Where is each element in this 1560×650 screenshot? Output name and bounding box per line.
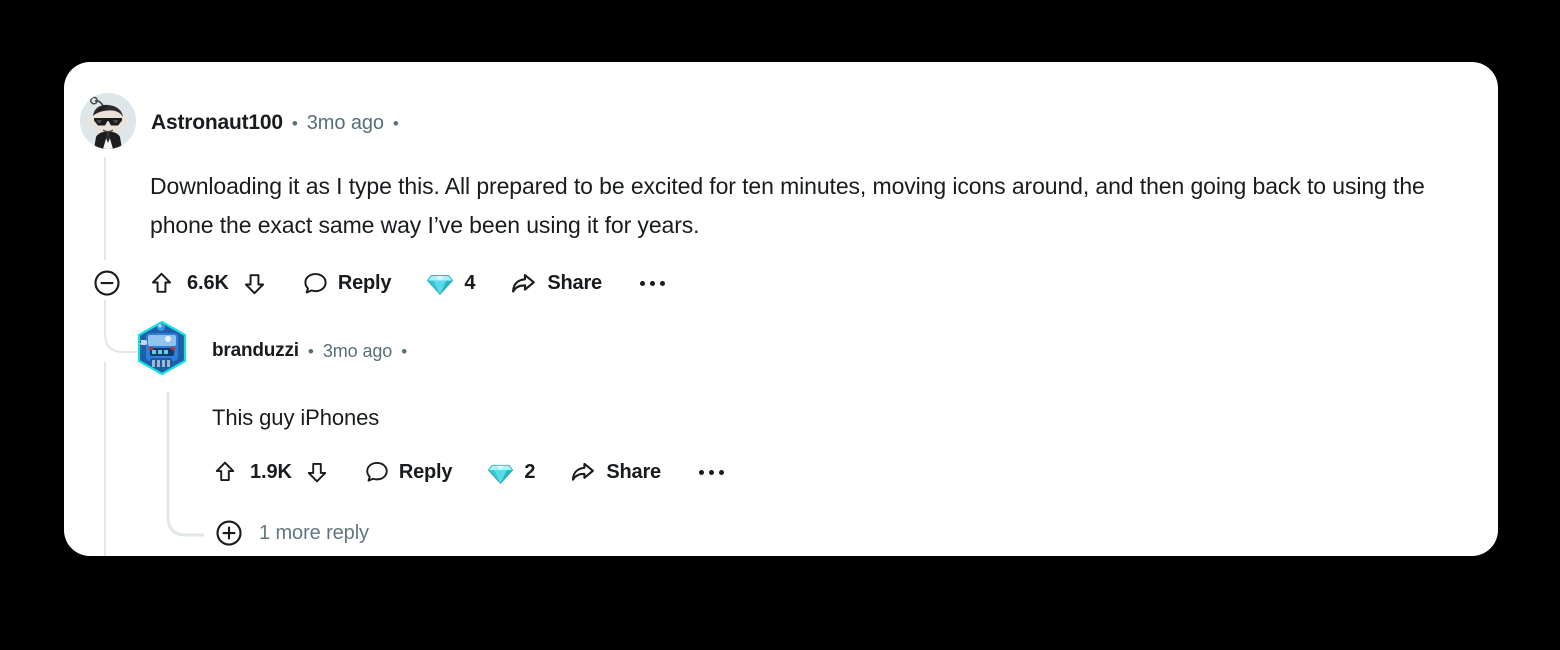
gem-award-icon: [427, 275, 454, 295]
reply-button[interactable]: Reply: [364, 459, 453, 485]
share-label: Share: [606, 460, 661, 483]
gem-award-icon: [488, 464, 514, 484]
robot-nft-avatar[interactable]: [135, 320, 189, 376]
separator-dot-trailing: •: [401, 341, 408, 361]
upvote-arrow-icon: [151, 272, 172, 293]
plus-circle-icon: [216, 520, 242, 546]
separator-dot: •: [307, 341, 314, 361]
comment-body: This guy iPhones: [212, 405, 380, 430]
ellipsis-dot: [698, 469, 704, 475]
downvote-button[interactable]: [241, 270, 268, 297]
award-button[interactable]: 4: [425, 268, 475, 298]
upvote-button[interactable]: [148, 270, 175, 297]
timestamp: 3mo ago: [306, 111, 384, 134]
share-button[interactable]: Share: [569, 458, 661, 486]
award-count: 2: [524, 460, 536, 483]
upvote-button[interactable]: [212, 459, 238, 485]
reply-label: Reply: [337, 271, 392, 294]
share-button[interactable]: Share: [509, 269, 602, 298]
separator-dot-trailing: •: [392, 113, 399, 133]
timestamp: 3mo ago: [322, 340, 393, 361]
downvote-button[interactable]: [304, 459, 330, 485]
username-link[interactable]: Astronaut100: [151, 111, 283, 135]
thread-line-nested: [166, 392, 204, 537]
ellipsis-dot: [649, 280, 655, 286]
ellipsis-dot: [708, 469, 714, 475]
award-count: 4: [464, 271, 476, 294]
username-link[interactable]: branduzzi: [212, 340, 299, 362]
more-replies-label: 1 more reply: [259, 521, 369, 544]
share-label: Share: [547, 271, 602, 294]
vote-score: 1.9K: [250, 460, 292, 483]
overflow-menu-button[interactable]: [695, 469, 728, 475]
separator-dot: •: [291, 113, 298, 133]
collapse-thread-button[interactable]: [92, 268, 122, 298]
comment-card: Astronaut100 • 3mo ago • Downloading it …: [64, 62, 1498, 556]
ellipsis-dot: [639, 280, 645, 286]
action-bar-root: 6.6K Reply 4 Share: [92, 265, 669, 301]
ellipsis-dot: [718, 469, 724, 475]
downvote-arrow-icon: [244, 273, 264, 294]
overflow-menu-button[interactable]: [636, 280, 669, 286]
byline-reply: branduzzi • 3mo ago •: [212, 340, 407, 362]
upvote-arrow-icon: [215, 461, 235, 481]
minus-circle-icon: [94, 270, 120, 296]
comment-bubble-icon: [304, 272, 327, 293]
action-bar-reply: 1.9K Reply 2 Share: [212, 454, 728, 490]
comment-body: Downloading it as I type this. All prepa…: [150, 173, 1425, 238]
ellipsis-dot: [659, 280, 665, 286]
comment-bubble-icon: [366, 461, 388, 482]
vote-score: 6.6K: [187, 271, 229, 294]
more-replies-button[interactable]: 1 more reply: [214, 518, 369, 548]
award-button[interactable]: 2: [486, 458, 535, 487]
snoo-sunglasses-avatar[interactable]: [80, 93, 136, 149]
thread-line-root-curve: [104, 300, 137, 353]
byline-root: Astronaut100 • 3mo ago •: [151, 111, 399, 135]
reply-label: Reply: [398, 460, 453, 483]
reply-button[interactable]: Reply: [302, 270, 392, 297]
share-arrow-icon: [512, 273, 536, 293]
share-arrow-icon: [572, 462, 595, 481]
downvote-arrow-icon: [307, 463, 327, 483]
